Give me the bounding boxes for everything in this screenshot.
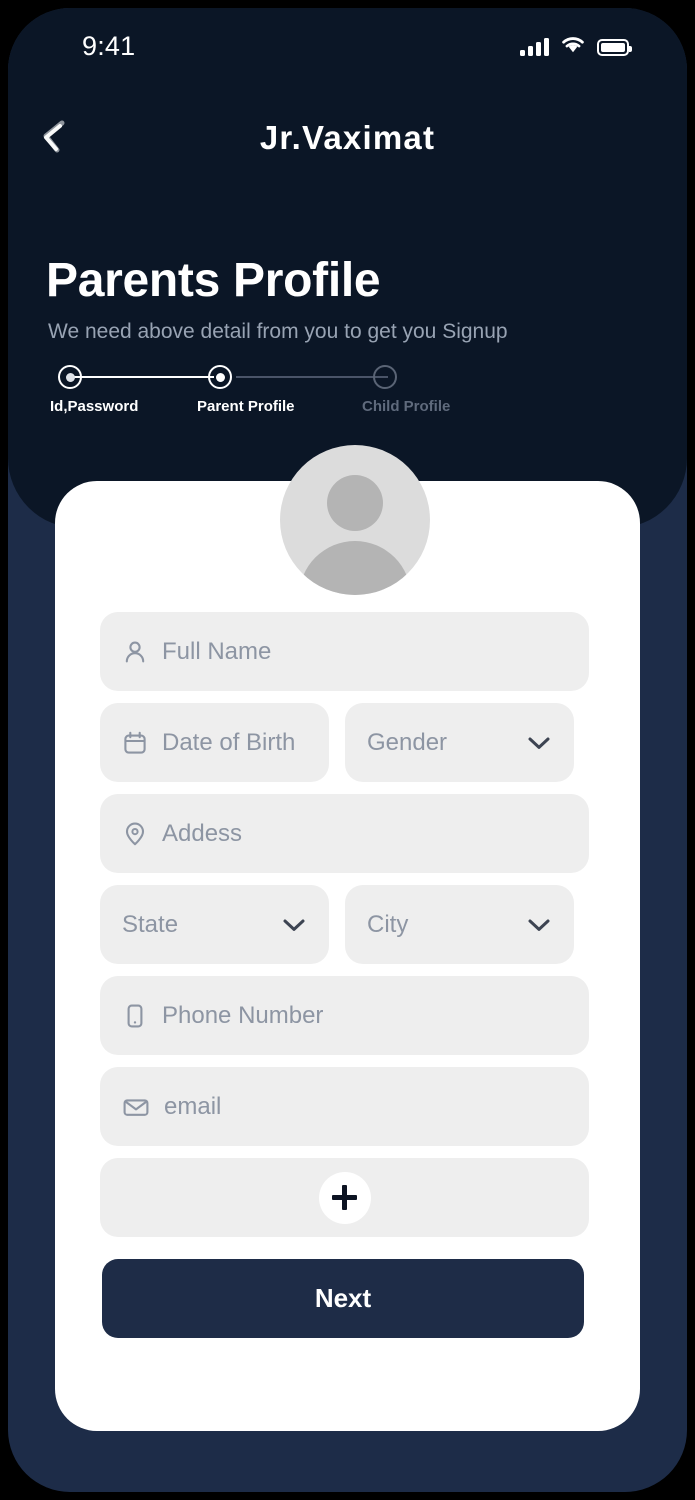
location-pin-icon bbox=[122, 821, 148, 847]
envelope-icon bbox=[122, 1094, 150, 1120]
phone-number-placeholder: Phone Number bbox=[162, 1001, 324, 1029]
status-bar-time: 9:41 bbox=[82, 31, 136, 61]
stepper-connector-2 bbox=[236, 376, 388, 378]
gender-select[interactable]: Gender bbox=[345, 703, 574, 782]
state-select[interactable]: State bbox=[100, 885, 329, 964]
page-subtitle: We need above detail from you to get you… bbox=[48, 320, 508, 343]
city-placeholder: City bbox=[367, 910, 409, 938]
signal-bars-icon bbox=[520, 38, 549, 56]
date-of-birth-placeholder: Date of Birth bbox=[162, 728, 296, 756]
stepper-dot-parent-profile[interactable] bbox=[208, 365, 232, 389]
gender-placeholder: Gender bbox=[367, 728, 448, 756]
stepper-dot-child-profile[interactable] bbox=[373, 365, 397, 389]
date-of-birth-field[interactable]: Date of Birth bbox=[100, 703, 329, 782]
status-bar-icons bbox=[520, 35, 632, 59]
address-field[interactable]: Addess bbox=[100, 794, 589, 873]
form-row-full-name: Full Name bbox=[100, 612, 600, 691]
app-title: Jr.Vaximat bbox=[259, 119, 436, 156]
status-bar: 9:41 bbox=[8, 26, 687, 70]
chevron-down-icon bbox=[281, 917, 307, 933]
battery-full-icon bbox=[597, 38, 632, 56]
stepper-label-id-password: Id,Password bbox=[50, 398, 139, 415]
chevron-down-icon bbox=[526, 917, 552, 933]
phone-screen: 9:41 Jr.Vaximat Parents Profile We need … bbox=[8, 8, 687, 1492]
city-select[interactable]: City bbox=[345, 885, 574, 964]
signup-stepper: Id,Password Parent Profile Child Profile bbox=[48, 360, 451, 420]
profile-form: Full Name Date of Birth Gender Addess St… bbox=[100, 612, 600, 1338]
full-name-placeholder: Full Name bbox=[162, 637, 272, 665]
stepper-dot-id-password[interactable] bbox=[58, 365, 82, 389]
calendar-icon bbox=[122, 730, 148, 756]
stepper-connector-1 bbox=[70, 376, 214, 378]
email-field[interactable]: email bbox=[100, 1067, 589, 1146]
add-button[interactable] bbox=[318, 1171, 371, 1224]
phone-frame: 9:41 Jr.Vaximat Parents Profile We need … bbox=[0, 0, 695, 1500]
form-row-state-city: State City bbox=[100, 885, 600, 964]
mobile-phone-icon bbox=[122, 1003, 148, 1029]
person-icon bbox=[122, 639, 148, 665]
form-row-dob-gender: Date of Birth Gender bbox=[100, 703, 600, 782]
state-placeholder: State bbox=[122, 910, 179, 938]
wifi-icon bbox=[560, 35, 586, 59]
avatar[interactable] bbox=[280, 445, 430, 595]
add-another-row bbox=[100, 1158, 589, 1237]
nav-bar: Jr.Vaximat bbox=[8, 103, 687, 173]
full-name-field[interactable]: Full Name bbox=[100, 612, 589, 691]
chevron-down-icon bbox=[526, 735, 552, 751]
form-row-address: Addess bbox=[100, 794, 600, 873]
email-placeholder: email bbox=[164, 1092, 222, 1120]
stepper-label-child-profile: Child Profile bbox=[362, 398, 451, 415]
next-button-wrap: Next bbox=[100, 1259, 600, 1338]
user-avatar-placeholder-icon bbox=[327, 475, 383, 531]
address-placeholder: Addess bbox=[162, 819, 243, 847]
phone-number-field[interactable]: Phone Number bbox=[100, 976, 589, 1055]
stepper-label-parent-profile: Parent Profile bbox=[197, 398, 295, 415]
next-button[interactable]: Next bbox=[102, 1259, 584, 1338]
form-row-phone: Phone Number bbox=[100, 976, 600, 1055]
form-row-email: email bbox=[100, 1067, 600, 1146]
page-title: Parents Profile bbox=[46, 254, 381, 307]
